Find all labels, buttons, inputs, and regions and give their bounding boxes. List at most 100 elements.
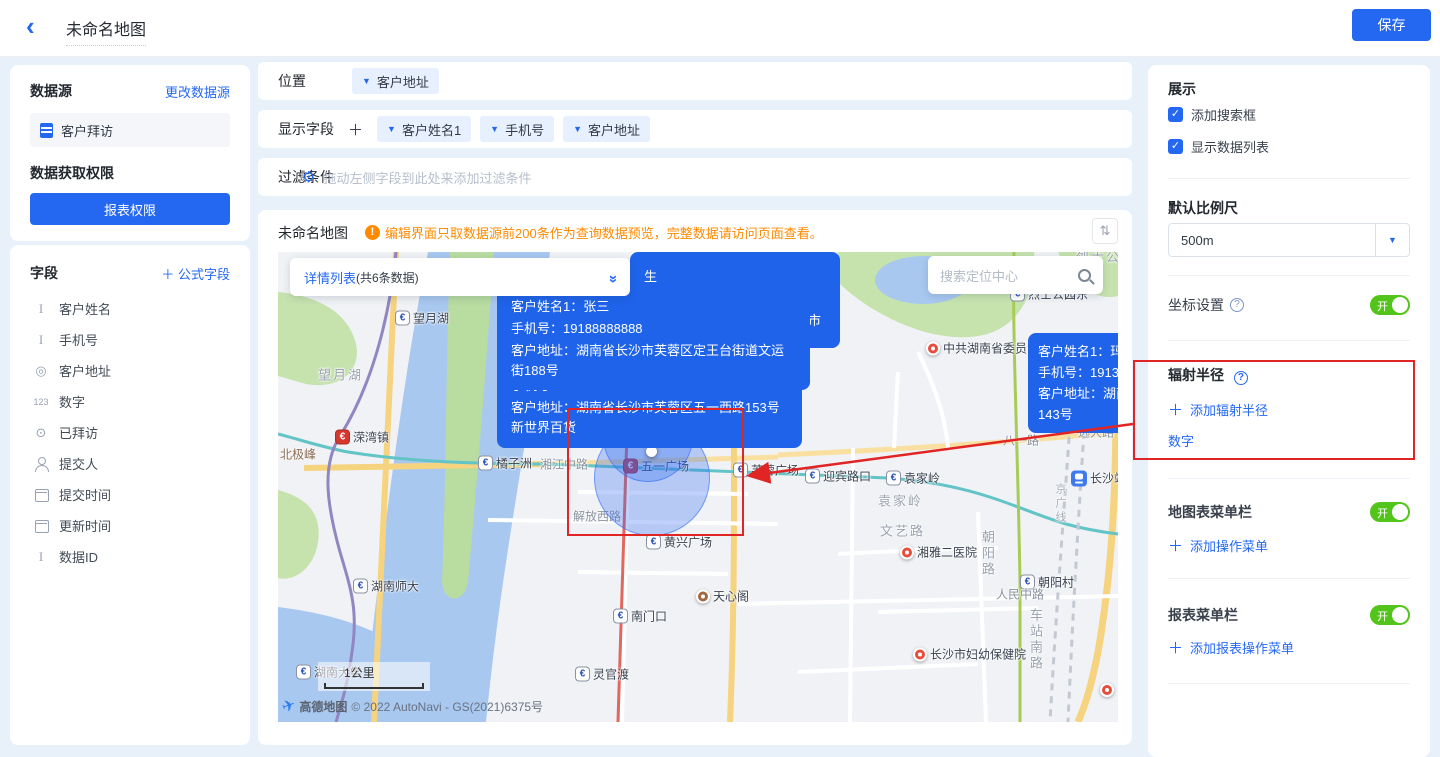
datasource-item[interactable]: 客户拜访 — [30, 113, 230, 147]
default-scale-select[interactable]: 500m ▼ — [1168, 223, 1410, 257]
toggle-knob — [1392, 297, 1408, 313]
map-menu-toggle[interactable]: 开 — [1370, 502, 1410, 522]
map-landmark: 文艺路 — [880, 521, 925, 540]
collapse-chevrons-icon[interactable]: » — [605, 274, 622, 279]
tooltip-partial-text: 生 — [644, 266, 657, 285]
field-item[interactable]: 提交人 — [30, 448, 230, 479]
map-landmark: 袁家岭 — [878, 491, 923, 510]
calendar-icon — [32, 519, 50, 533]
landmark-label: 袁家岭 — [878, 491, 923, 510]
field-item[interactable]: I手机号 — [30, 324, 230, 355]
poi-pin-icon — [1100, 683, 1114, 697]
map-card-header: 未命名地图 ! 编辑界面只取数据源前200条作为查询数据预览，完整数据请访问页面… — [258, 210, 1132, 252]
tooltip-line: 客户地址：湖南省长沙市芙蓉区五一西路153号新世界百货 — [511, 398, 788, 438]
divider — [1168, 178, 1410, 179]
default-scale-value: 500m — [1169, 233, 1375, 248]
field-item[interactable]: ◎客户地址 — [30, 355, 230, 386]
landmark-label: 天心阁 — [713, 588, 749, 605]
map-landmark: €橘子洲 — [478, 455, 532, 472]
map-landmark: 人民中路 — [996, 586, 1044, 603]
landmark-label: 湘雅二医院 — [917, 544, 977, 561]
report-menu-row: 报表菜单栏 开 — [1168, 605, 1410, 625]
question-icon[interactable]: ? — [1230, 298, 1244, 312]
checkbox-checked-icon[interactable]: ✓ — [1168, 107, 1183, 122]
location-field-pill[interactable]: ▼ 客户地址 — [352, 68, 439, 94]
landmark-label: 车站南路 — [1026, 608, 1045, 672]
add-map-menu-link[interactable]: ＋ 添加操作菜单 — [1168, 535, 1410, 556]
tooltip-line: 手机号：19133 — [1038, 363, 1118, 382]
display-field-pills: ▼客户姓名1▼手机号▼客户地址 — [377, 116, 650, 142]
coordinate-setting-row: 坐标设置 ? 开 — [1168, 295, 1410, 315]
detail-list-panel[interactable]: 详情列表 (共6条数据) » — [290, 258, 630, 296]
data-tooltip-main: 客户姓名1：张三手机号：19188888888客户地址：湖南省长沙市芙蓉区定王台… — [497, 288, 810, 390]
checkbox-checked-icon[interactable]: ✓ — [1168, 139, 1183, 154]
datasource-item-label: 客户拜访 — [61, 121, 113, 140]
field-item[interactable]: 提交时间 — [30, 479, 230, 510]
add-radius-link[interactable]: ＋ 添加辐射半径 — [1168, 399, 1410, 420]
filter-row[interactable]: 过滤条件 ⚙ 拖动左侧字段到此处来添加过滤条件 — [258, 158, 1132, 196]
display-field-pill[interactable]: ▼手机号 — [480, 116, 554, 142]
metro-icon: € — [733, 463, 748, 478]
search-icon[interactable] — [1078, 269, 1091, 282]
display-field-pill[interactable]: ▼客户地址 — [563, 116, 650, 142]
person-icon — [32, 457, 50, 471]
field-label: 提交人 — [59, 454, 98, 473]
pin-icon: ◎ — [32, 363, 50, 379]
add-report-menu-link[interactable]: ＋ 添加报表操作菜单 — [1168, 637, 1410, 658]
display-checkbox[interactable]: ✓显示数据列表 — [1168, 137, 1410, 156]
plus-icon: ＋ — [161, 267, 174, 282]
coordinate-toggle[interactable]: 开 — [1370, 295, 1410, 315]
map-landmark: €灵官渡 — [575, 666, 629, 683]
add-formula-field-link[interactable]: ＋ 公式字段 — [161, 264, 230, 283]
metro-icon: € — [613, 609, 628, 624]
landmark-label: 中共湖南省委员会 — [943, 340, 1039, 357]
metro-icon: € — [335, 430, 350, 445]
display-field-value: 客户姓名1 — [402, 120, 461, 139]
chevron-down-icon: ▼ — [573, 124, 582, 134]
calendar-icon — [32, 488, 50, 502]
warning-text: 编辑界面只取数据源前200条作为查询数据预览，完整数据请访问页面查看。 — [385, 223, 823, 242]
top-bar: ‹ 未命名地图 保存 — [0, 0, 1440, 57]
field-item[interactable]: I客户姓名 — [30, 293, 230, 324]
question-icon[interactable]: ? — [1234, 371, 1248, 385]
amap-brand: 高德地图 — [299, 698, 347, 715]
fields-panel: 字段 ＋ 公式字段 I客户姓名I手机号◎客户地址123数字⊙已拜访提交人提交时间… — [10, 245, 250, 745]
landmark-label: 袁家岭 — [904, 470, 940, 487]
report-menu-toggle[interactable]: 开 — [1370, 605, 1410, 625]
change-datasource-link[interactable]: 更改数据源 — [165, 82, 230, 101]
landmark-label: 八一路 — [1003, 432, 1039, 449]
page-title[interactable]: 未命名地图 — [66, 16, 146, 46]
map-search-box[interactable]: 搜索定位中心 — [928, 256, 1103, 294]
save-button[interactable]: 保存 — [1352, 9, 1431, 41]
field-label: 数字 — [59, 392, 85, 411]
add-display-field-icon[interactable]: ＋ — [348, 119, 363, 140]
display-field-pill[interactable]: ▼客户姓名1 — [377, 116, 471, 142]
location-label: 位置 — [278, 71, 340, 91]
warning-banner: ! 编辑界面只取数据源前200条作为查询数据预览，完整数据请访问页面查看。 — [365, 223, 823, 242]
report-permission-button[interactable]: 报表权限 — [30, 193, 230, 225]
back-icon[interactable]: ‹ — [26, 11, 35, 41]
map-canvas[interactable]: €望月湖望月湖€溁湾镇北极峰€橘子洲湘江中路€五一广场€芙蓉广场€迎宾路口€袁家… — [278, 252, 1118, 722]
gear-icon[interactable]: ⚙ — [302, 168, 315, 186]
default-scale-title: 默认比例尺 — [1168, 198, 1410, 218]
field-item[interactable]: 123数字 — [30, 386, 230, 417]
add-report-menu-label: 添加报表操作菜单 — [1190, 638, 1294, 657]
search-placeholder: 搜索定位中心 — [940, 266, 1018, 285]
display-checkbox[interactable]: ✓添加搜索框 — [1168, 105, 1410, 124]
radius-field-link[interactable]: 数字 — [1168, 431, 1410, 450]
train-station-icon — [1071, 470, 1087, 486]
field-item[interactable]: ⊙已拜访 — [30, 417, 230, 448]
field-label: 客户姓名 — [59, 299, 111, 318]
landmark-label: 芙蓉广场 — [751, 462, 799, 479]
form-doc-icon — [40, 123, 53, 138]
tooltip-line: 客户地址：湖南省长沙市芙蓉区定王台街道文运街188号 — [511, 341, 796, 381]
metro-icon: € — [353, 579, 368, 594]
sort-icon[interactable]: ⇅ — [1092, 218, 1118, 244]
landmark-label: 望月湖 — [318, 365, 363, 384]
metro-icon: € — [395, 311, 410, 326]
map-landmark: 中共湖南省委员会 — [926, 340, 1039, 357]
coordinate-label: 坐标设置 ? — [1168, 295, 1244, 315]
map-landmark: €溁湾镇 — [335, 429, 389, 446]
field-item[interactable]: I数据ID — [30, 541, 230, 572]
field-item[interactable]: 更新时间 — [30, 510, 230, 541]
